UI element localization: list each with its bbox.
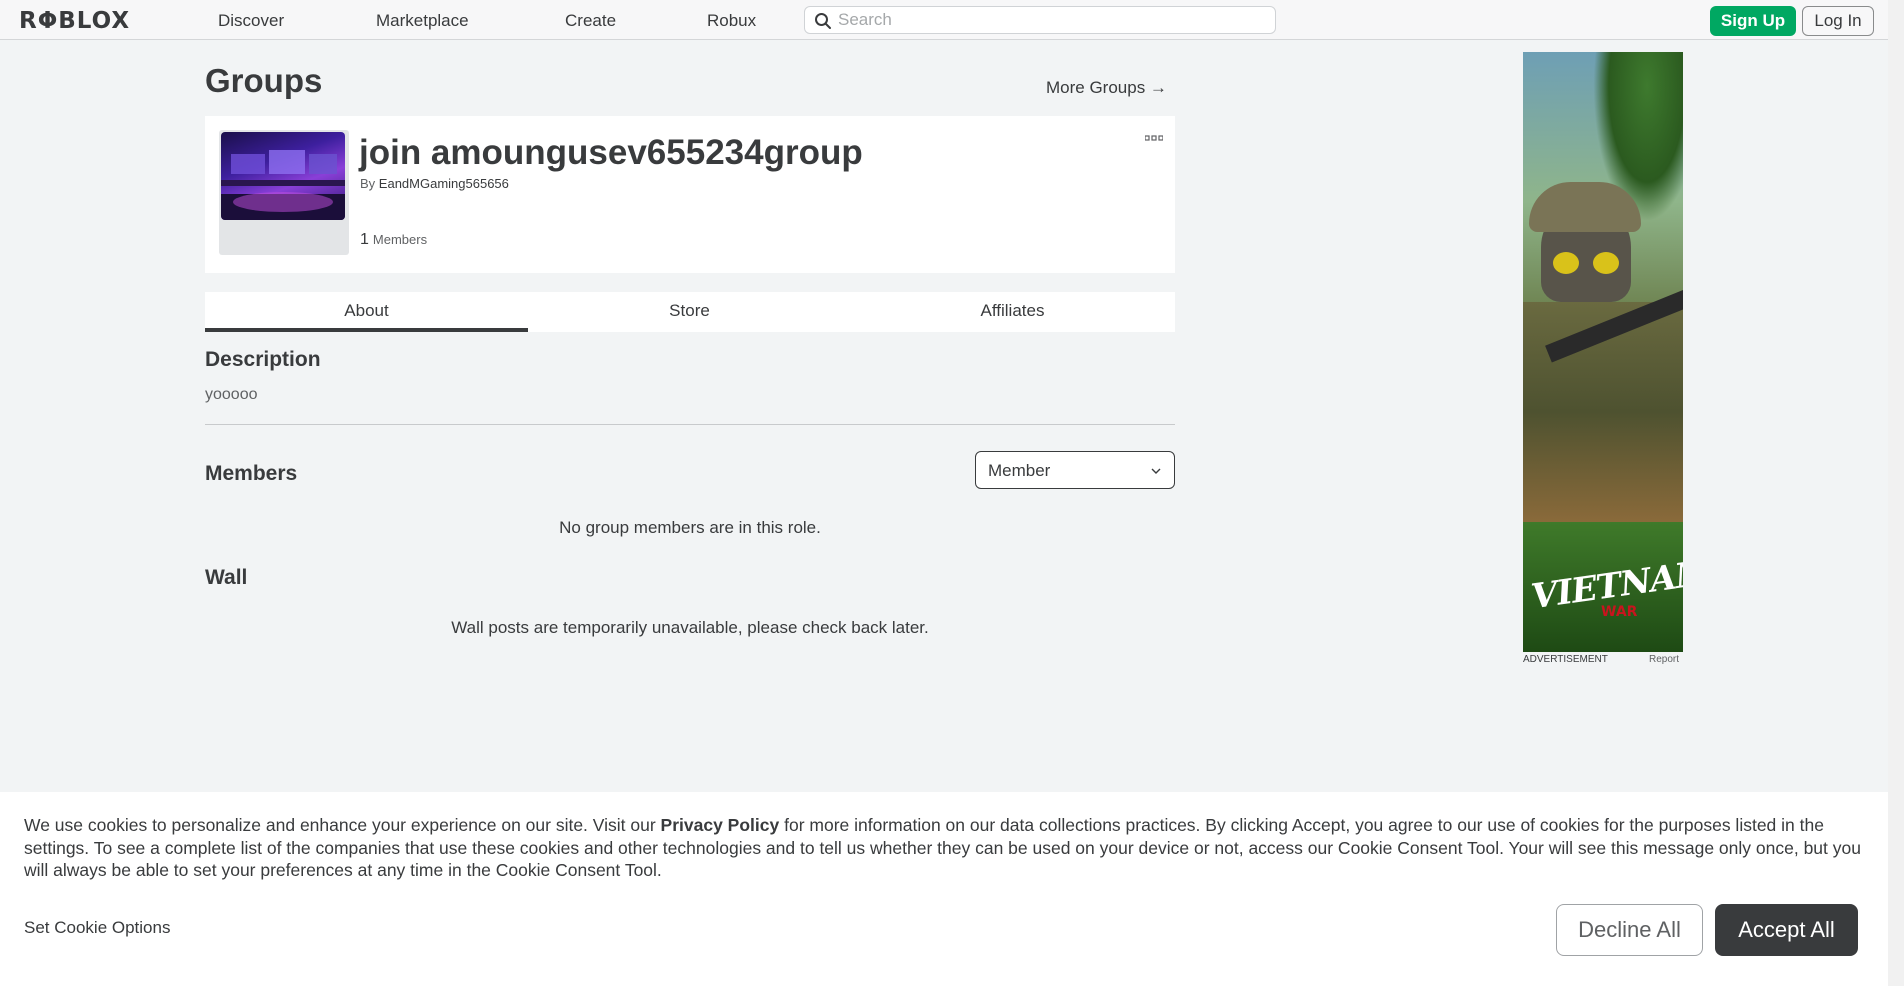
advertisement-label: ADVERTISEMENT [1523, 654, 1608, 665]
decline-all-button[interactable]: Decline All [1556, 904, 1703, 956]
ad-logo-sub: WAR [1601, 604, 1638, 620]
role-dropdown-value: Member [988, 461, 1051, 480]
page-title: Groups [205, 62, 323, 99]
group-header-card: join amoungusev655234group By EandMGamin… [205, 116, 1175, 273]
wall-heading: Wall [205, 566, 248, 589]
set-cookie-options-link[interactable]: Set Cookie Options [24, 918, 170, 938]
group-emblem-frame [219, 130, 349, 255]
search-input[interactable] [838, 9, 1268, 31]
group-name: join amoungusev655234group [359, 133, 863, 172]
page-scrollbar[interactable] [1888, 0, 1904, 986]
log-in-button[interactable]: Log In [1802, 6, 1874, 36]
group-emblem-image [221, 132, 345, 220]
ellipsis-icon[interactable] [1144, 128, 1164, 144]
ad-gasmask-eye [1593, 252, 1619, 274]
tab-affiliates[interactable]: Affiliates [851, 292, 1174, 332]
advertisement-banner[interactable]: VIETNAM WAR [1523, 52, 1683, 652]
search-icon [814, 12, 832, 30]
group-owner-link[interactable]: EandMGaming565656 [379, 176, 509, 191]
privacy-policy-link[interactable]: Privacy Policy [661, 815, 780, 835]
nav-create[interactable]: Create [565, 11, 616, 31]
cookie-text: We use cookies to personalize and enhanc… [24, 814, 1874, 882]
nav-marketplace[interactable]: Marketplace [376, 11, 469, 31]
nav-robux[interactable]: Robux [707, 11, 756, 31]
tab-about[interactable]: About [205, 292, 528, 332]
by-prefix: By [360, 176, 376, 191]
accept-all-button[interactable]: Accept All [1715, 904, 1858, 956]
members-number: 1 [360, 231, 369, 248]
cookie-banner: We use cookies to personalize and enhanc… [0, 792, 1888, 986]
ad-helmet [1529, 182, 1641, 232]
ad-report-link[interactable]: Report [1649, 654, 1679, 665]
group-owner-line: By EandMGaming565656 [360, 176, 509, 191]
chevron-down-icon [1150, 464, 1162, 476]
divider [205, 424, 1175, 425]
description-text: yooooo [205, 386, 258, 403]
members-heading: Members [205, 462, 298, 485]
more-groups-link[interactable]: More Groups → [1046, 78, 1167, 98]
nav-discover[interactable]: Discover [218, 11, 284, 31]
search-box[interactable] [804, 6, 1276, 34]
roblox-logo[interactable]: RΦBLOX [19, 8, 130, 34]
tab-store[interactable]: Store [528, 292, 851, 332]
members-empty-message: No group members are in this role. [559, 518, 821, 537]
sign-up-button[interactable]: Sign Up [1710, 6, 1796, 36]
ad-gasmask-eye [1553, 252, 1579, 274]
members-label: Members [372, 232, 428, 247]
wall-message: Wall posts are temporarily unavailable, … [451, 618, 929, 637]
role-dropdown[interactable]: Member [975, 451, 1175, 489]
top-nav: RΦBLOX Discover Marketplace Create Robux… [0, 0, 1904, 40]
description-heading: Description [205, 348, 321, 371]
group-members-count: 1 Members [360, 231, 427, 249]
cookie-text-part1: We use cookies to personalize and enhanc… [24, 815, 661, 835]
group-tabs: About Store Affiliates [205, 292, 1175, 332]
